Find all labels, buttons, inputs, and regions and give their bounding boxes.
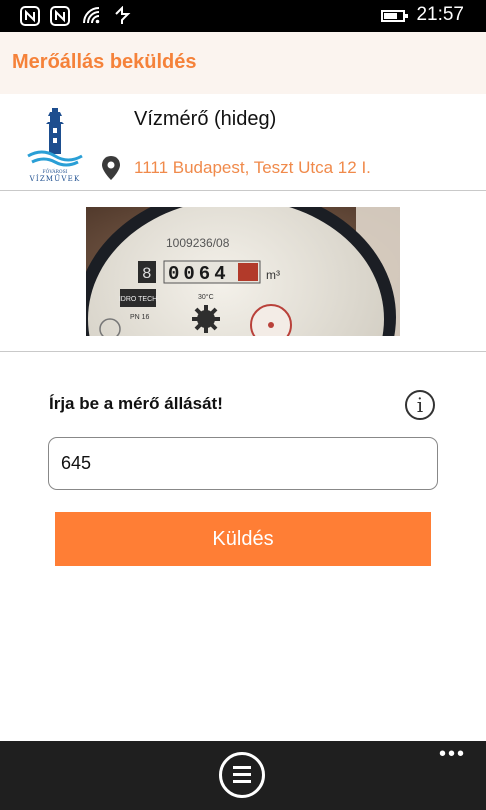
meter-reading-input[interactable] (48, 437, 438, 490)
page-title: Merőállás beküldés (12, 51, 197, 73)
divider (0, 190, 486, 191)
info-button[interactable]: i (405, 390, 435, 420)
location-pin-icon (102, 156, 120, 180)
meter-brand: IDRO TECH (119, 296, 157, 303)
data-connection-icon (115, 6, 131, 24)
battery-icon (381, 10, 408, 22)
meter-serial: 1009236/08 (166, 236, 230, 250)
meter-temp: 30°C (198, 293, 214, 301)
info-icon: i (416, 393, 424, 417)
nfc-icon (20, 6, 40, 26)
meter-digits: 0064 (168, 263, 230, 285)
more-options-icon[interactable]: ••• (439, 744, 466, 764)
nfc-icon-2 (50, 6, 70, 26)
meter-address: 1111 Budapest, Teszt Utca 12 I. (134, 158, 371, 177)
wifi-icon (83, 7, 100, 24)
status-bar: 21:57 (0, 0, 486, 32)
reading-prompt: Írja be a mérő állását! (49, 394, 223, 413)
send-button[interactable]: Küldés (55, 512, 431, 566)
meter-unit: m³ (266, 268, 280, 282)
page-header: Merőállás beküldés (0, 32, 486, 94)
svg-text:FŐVÁROSI: FŐVÁROSI (43, 168, 68, 175)
svg-text:VÍZMŰVEK: VÍZMŰVEK (29, 174, 81, 183)
svg-text:8: 8 (142, 265, 152, 283)
app-bar: ••• (0, 741, 486, 810)
meter-name: Vízmérő (hideg) (134, 108, 277, 130)
meter-pn: PN 16 (130, 314, 150, 321)
menu-icon[interactable] (219, 752, 265, 798)
meter-photo[interactable]: 1009236/08 8 0064 m³ IDRO TECH 30°C PN 1… (86, 207, 400, 336)
status-time: 21:57 (416, 4, 464, 25)
divider (0, 351, 486, 352)
vizmuvek-logo: FŐVÁROSI VÍZMŰVEK (27, 108, 83, 183)
battery-level (384, 13, 397, 19)
